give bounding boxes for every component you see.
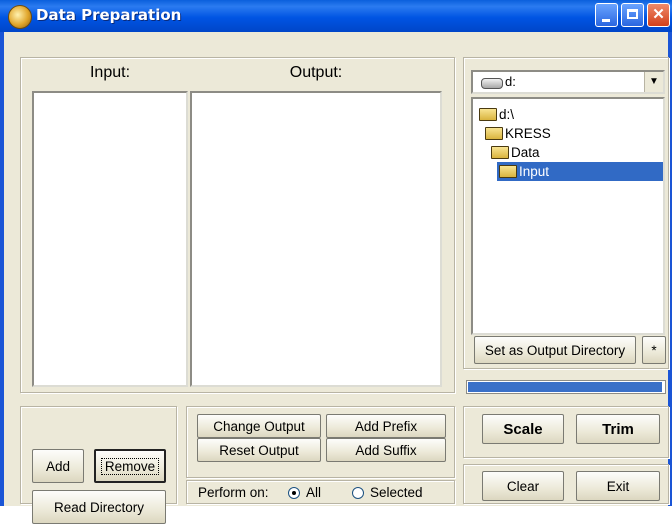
add-prefix-button[interactable]: Add Prefix [326,414,446,438]
drive-icon [481,78,503,89]
clear-button[interactable]: Clear [482,471,564,501]
read-directory-button[interactable]: Read Directory [32,490,166,524]
input-list[interactable] [32,91,188,387]
radio-dot [292,491,296,495]
folder-icon [485,127,503,140]
radio-all-label[interactable]: All [306,485,321,500]
radio-selected[interactable] [352,487,364,499]
tree-item[interactable]: d:\ [479,105,559,124]
window-frame-left [0,32,4,506]
folder-icon [479,108,497,121]
add-suffix-button[interactable]: Add Suffix [326,438,446,462]
app-icon[interactable] [8,5,32,29]
progress-fill [468,382,662,392]
scale-button[interactable]: Scale [482,414,564,444]
tree-item-selected[interactable]: Input [497,162,663,181]
data-preparation-window: Data Preparation ✕ Input: Output: d: ▼ d… [0,0,672,524]
options-button[interactable]: * [642,336,666,364]
minimize-button[interactable] [595,3,618,27]
trim-button[interactable]: Trim [576,414,660,444]
minimize-icon [602,19,610,22]
close-button[interactable]: ✕ [647,3,670,27]
input-column-header: Input: [89,64,131,81]
chevron-down-icon[interactable]: ▼ [644,72,663,92]
radio-all[interactable] [288,487,300,499]
perform-on-label: Perform on: [198,485,269,500]
folder-icon [499,165,517,178]
set-output-directory-button[interactable]: Set as Output Directory [474,336,636,364]
drive-select[interactable]: d: ▼ [471,70,665,94]
radio-selected-label[interactable]: Selected [370,485,423,500]
output-list[interactable] [190,91,442,387]
output-column-header: Output: [289,64,343,81]
maximize-button[interactable] [621,3,644,27]
maximize-icon [627,9,638,19]
remove-button[interactable]: Remove [94,449,166,483]
add-button[interactable]: Add [32,449,84,483]
close-icon: ✕ [652,6,665,23]
reset-output-button[interactable]: Reset Output [197,438,321,462]
change-output-button[interactable]: Change Output [197,414,321,438]
title-bar[interactable]: Data Preparation ✕ [0,0,672,32]
tree-item[interactable]: Data [491,143,571,162]
directory-tree[interactable]: d:\ KRESS Data Input [471,97,665,335]
exit-button[interactable]: Exit [576,471,660,501]
tree-item[interactable]: KRESS [485,124,565,143]
drive-value: d: [505,74,516,89]
window-title: Data Preparation [36,6,182,24]
progress-bar [466,380,666,394]
folder-icon [491,146,509,159]
